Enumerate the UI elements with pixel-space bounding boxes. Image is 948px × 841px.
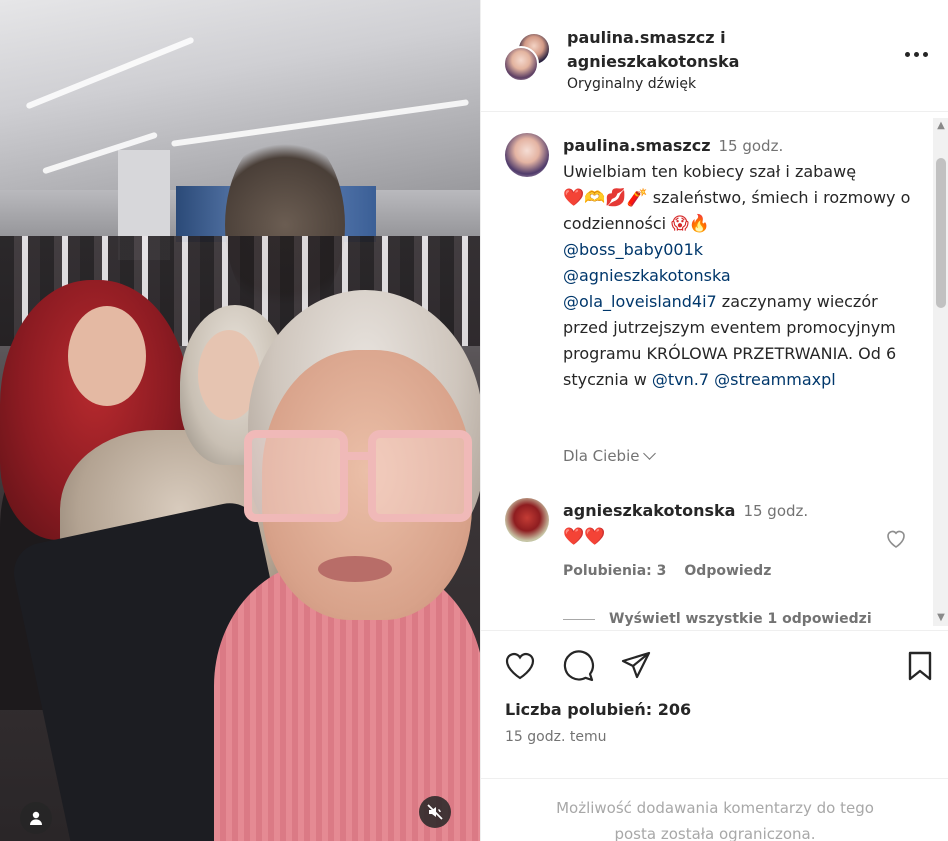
divider [563,618,595,620]
caption-emoji: ❤️🫶💋🧨 [563,188,648,208]
author-line[interactable]: agnieszkakotonska [567,50,739,74]
caption-emoji: 😱🔥 [671,214,711,234]
heart-icon[interactable] [503,649,537,683]
muted-speaker-icon [427,804,443,820]
reply-button[interactable]: Odpowiedz [684,563,771,579]
pink-glasses [244,430,476,526]
caption-time[interactable]: 15 godz. [719,137,784,155]
mention-link[interactable]: @ola_loveisland4i7 [563,292,717,311]
author-line[interactable]: paulina.smaszcz i [567,26,739,50]
scroll-up-arrow-icon[interactable]: ▲ [933,118,948,134]
person-left-face [68,306,146,406]
avatar[interactable] [505,498,549,542]
mention-link[interactable]: @agnieszkakotonska [563,266,731,285]
mention-link[interactable]: @tvn.7 [652,370,709,389]
for-you-toggle[interactable]: Dla Ciebie [563,447,657,465]
avatar[interactable] [503,46,539,82]
post-authors[interactable]: paulina.smaszcz i agnieszkakotonska [567,26,739,74]
bookmark-icon[interactable] [903,649,937,683]
user-icon [30,811,42,825]
caption-username[interactable]: paulina.smaszcz [563,136,711,155]
view-replies-label[interactable]: Wyświetl wszystkie 1 odpowiedzi [609,611,872,627]
comment-likes-count[interactable]: Polubienia: 3 [563,563,666,579]
comments-scrollbar[interactable]: ▲ ▼ [933,118,948,626]
comment-text: ❤️❤️ [563,527,606,547]
post-side-panel: paulina.smaszcz i agnieszkakotonska Oryg… [480,0,948,841]
person-front-lips [318,556,392,582]
caption-text: Uwielbiam ten kobiecy szał i zabawę [563,162,857,181]
mute-toggle-button[interactable] [419,796,451,828]
likes-count[interactable]: Liczba polubień: 206 [505,700,691,719]
comment-username[interactable]: agnieszkakotonska [563,501,735,520]
comments-restricted-notice: Możliwość dodawania komentarzy do tego p… [481,778,948,841]
notice-line: posta została ograniczona. [614,825,816,841]
post-header: paulina.smaszcz i agnieszkakotonska Oryg… [481,0,948,112]
comment-time[interactable]: 15 godz. [743,502,808,520]
for-you-label[interactable]: Dla Ciebie [563,447,639,465]
comment-meta: Polubienia: 3 Odpowiedz [563,563,771,579]
collab-avatars[interactable] [503,32,557,86]
post-timestamp[interactable]: 15 godz. temu [505,729,606,745]
comment-like-icon[interactable] [884,527,908,549]
audio-link[interactable]: Oryginalny dźwięk [567,76,696,92]
more-options-icon[interactable] [905,44,933,64]
comment: agnieszkakotonska 15 godz. ❤️❤️ [563,498,913,550]
post-media[interactable] [0,0,480,841]
tagged-users-button[interactable] [20,802,52,834]
scroll-down-arrow-icon[interactable]: ▼ [933,610,948,626]
send-icon[interactable] [619,649,653,683]
mention-link[interactable]: @boss_baby001k [563,240,703,259]
view-replies-button[interactable]: Wyświetl wszystkie 1 odpowiedzi [563,611,872,627]
comment-icon[interactable] [561,649,595,683]
comments-list[interactable]: paulina.smaszcz 15 godz. Uwielbiam ten ko… [481,113,931,628]
caption: paulina.smaszcz 15 godz. Uwielbiam ten ko… [563,133,913,393]
post-actions [481,630,948,700]
avatar[interactable] [505,133,549,177]
chevron-down-icon [643,447,657,460]
notice-line: Możliwość dodawania komentarzy do tego [556,799,874,817]
mention-link[interactable]: @streammaxpl [714,370,836,389]
scrollbar-thumb[interactable] [936,158,946,308]
